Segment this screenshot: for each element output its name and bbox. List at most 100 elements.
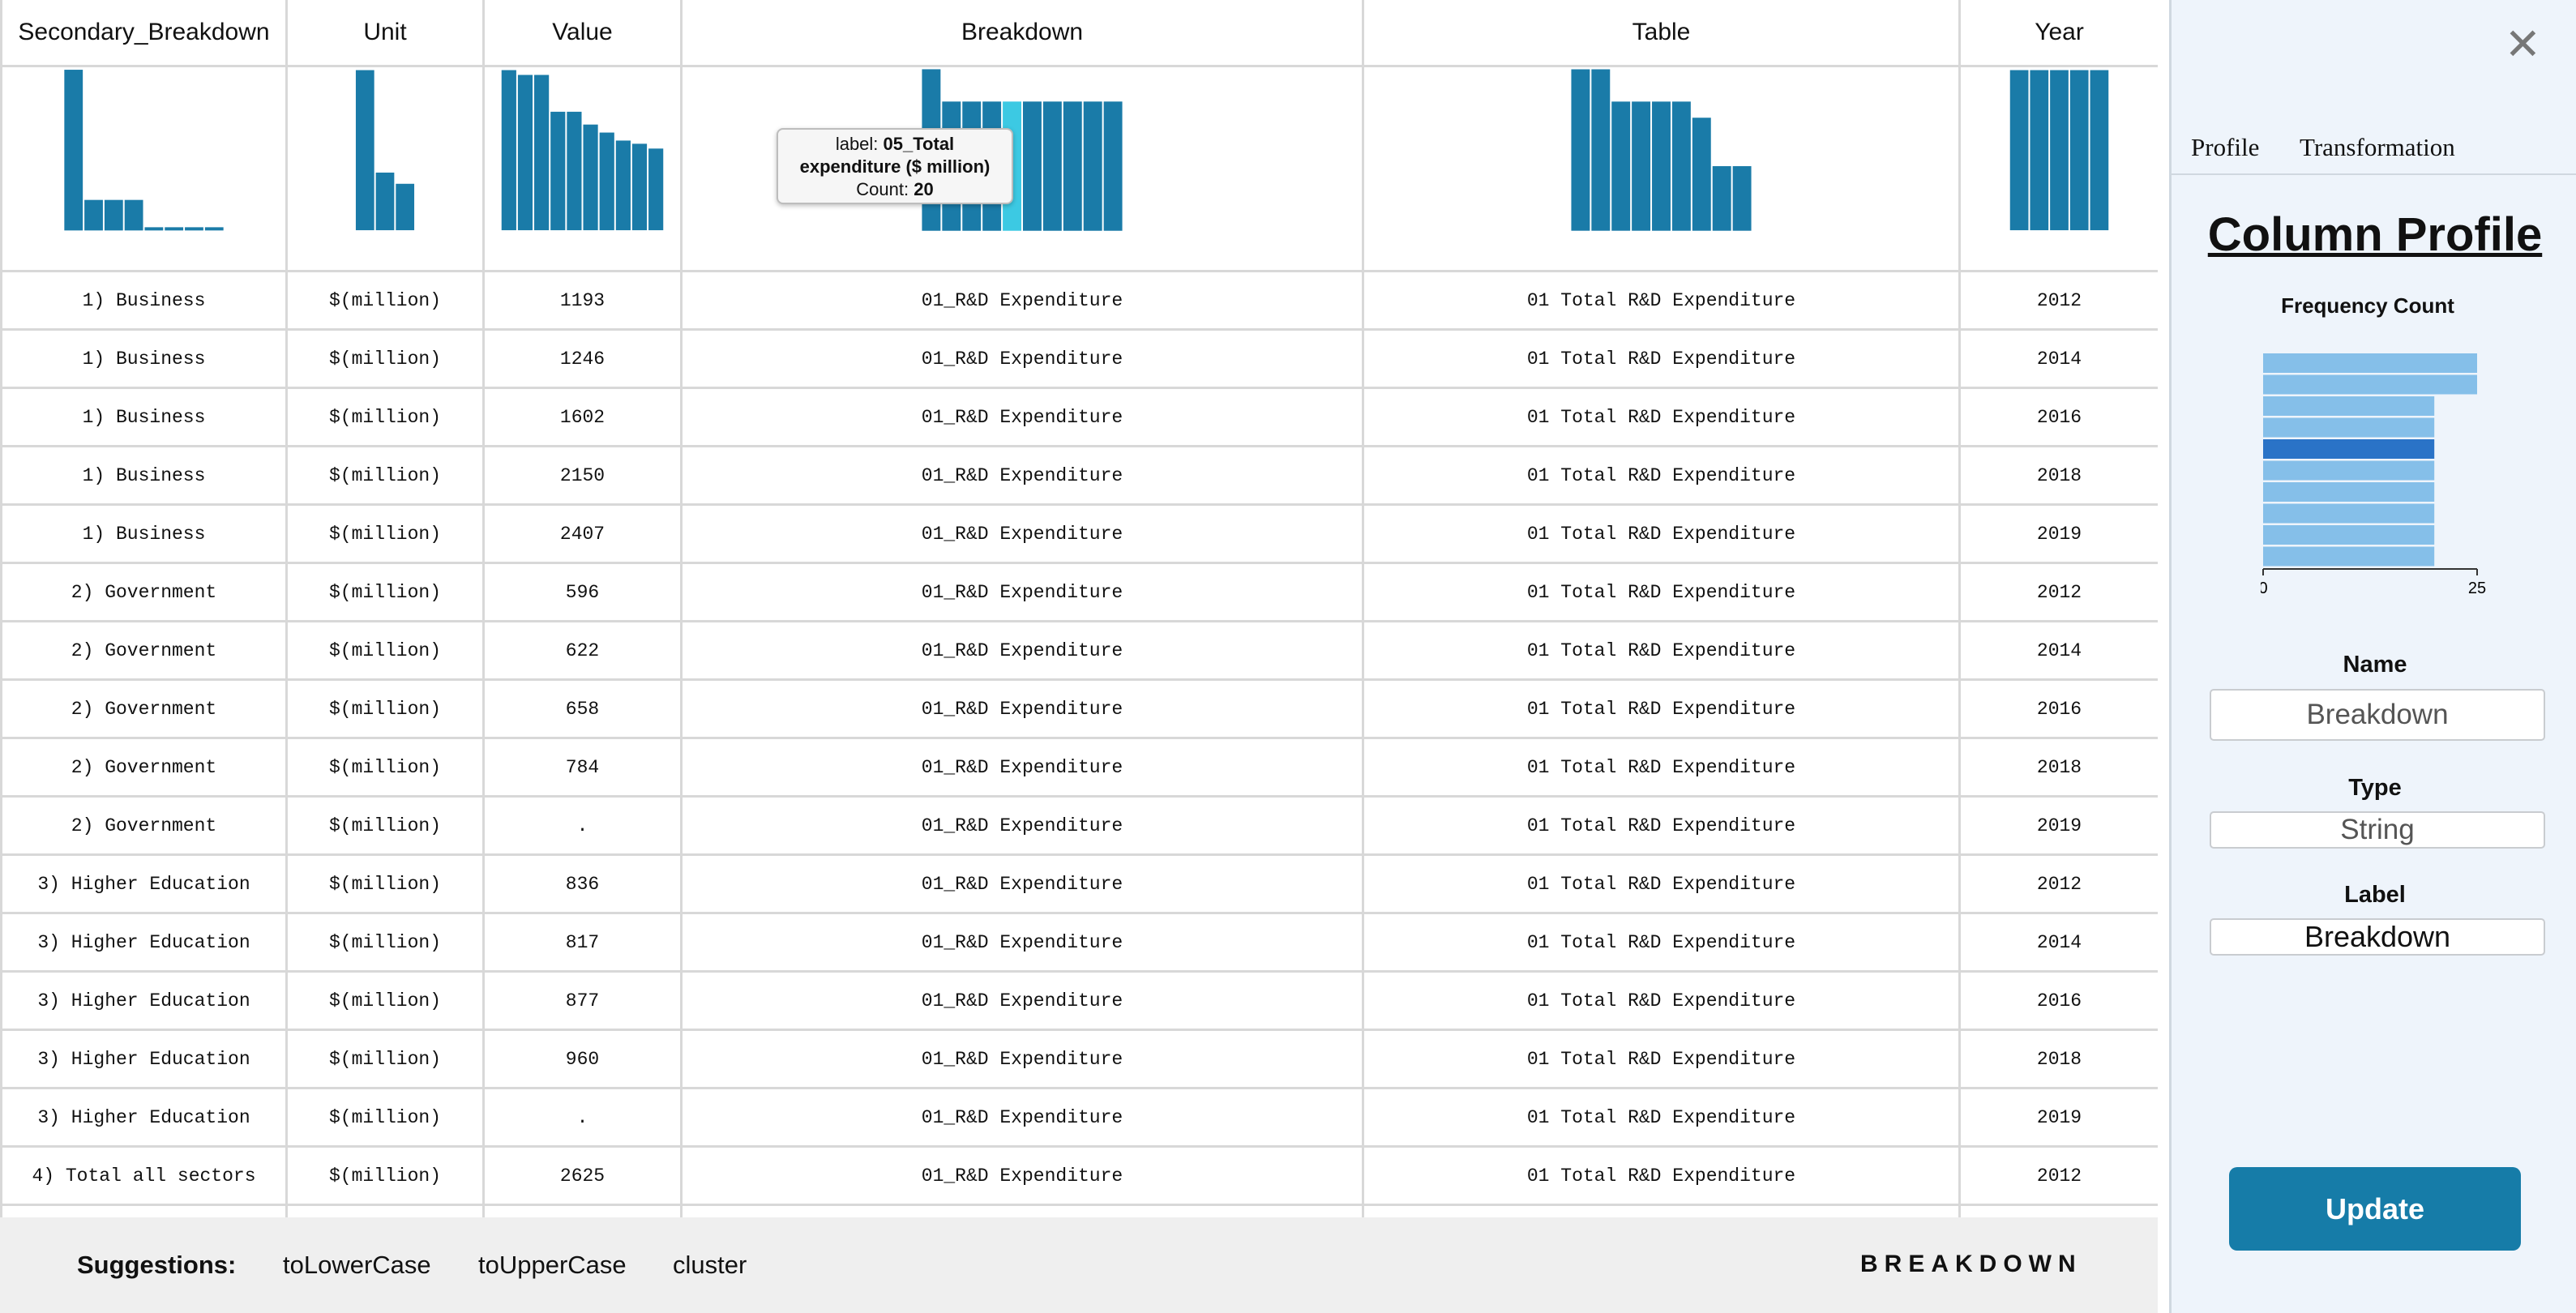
table-cell[interactable]: $(million) xyxy=(285,737,485,798)
histogram-bar[interactable] xyxy=(185,227,203,231)
histogram-bar[interactable] xyxy=(1632,101,1651,231)
table-cell[interactable] xyxy=(1958,1204,2158,1217)
table-cell[interactable]: 1) Business xyxy=(0,503,288,564)
frequency-bar[interactable] xyxy=(2263,460,2435,481)
histogram-bar[interactable] xyxy=(501,70,516,231)
table-cell[interactable] xyxy=(1362,1204,1961,1217)
column-header-year[interactable]: Year xyxy=(1958,0,2158,67)
histogram-bar[interactable] xyxy=(2090,70,2109,231)
histogram-bar[interactable] xyxy=(144,227,164,231)
table-cell[interactable]: 2019 xyxy=(1958,795,2158,856)
table-cell[interactable]: $(million) xyxy=(285,912,485,973)
table-cell[interactable]: 01_R&D Expenditure xyxy=(680,562,1364,622)
table-cell[interactable]: 01_R&D Expenditure xyxy=(680,1029,1364,1089)
table-cell[interactable]: 596 xyxy=(482,562,683,622)
table-cell[interactable]: 2012 xyxy=(1958,562,2158,622)
frequency-bar[interactable] xyxy=(2263,439,2435,459)
histogram-bar[interactable] xyxy=(648,148,664,231)
table-cell[interactable]: 01_R&D Expenditure xyxy=(680,737,1364,798)
table-cell[interactable]: 3) Higher Education xyxy=(0,970,288,1031)
table-cell[interactable]: 836 xyxy=(482,853,683,914)
table-cell[interactable]: 2016 xyxy=(1958,678,2158,739)
table-cell[interactable]: $(million) xyxy=(285,970,485,1031)
table-cell[interactable]: 1) Business xyxy=(0,387,288,447)
table-cell[interactable]: 2012 xyxy=(1958,853,2158,914)
table-cell[interactable]: 01 Total R&D Expenditure xyxy=(1362,328,1961,389)
histogram-cell[interactable] xyxy=(285,65,485,272)
table-cell[interactable]: 1193 xyxy=(482,270,683,331)
histogram-bar[interactable] xyxy=(631,143,648,231)
table-cell[interactable]: 1602 xyxy=(482,387,683,447)
histogram-bar[interactable] xyxy=(1591,69,1611,231)
table-cell[interactable]: $(million) xyxy=(285,795,485,856)
table-cell[interactable]: 2014 xyxy=(1958,328,2158,389)
update-button[interactable]: Update xyxy=(2229,1167,2521,1251)
label-field[interactable]: Breakdown xyxy=(2210,918,2545,956)
table-cell[interactable]: $(million) xyxy=(285,1029,485,1089)
table-cell[interactable] xyxy=(285,1204,485,1217)
table-cell[interactable]: 2018 xyxy=(1958,737,2158,798)
table-cell[interactable]: $(million) xyxy=(285,853,485,914)
table-cell[interactable]: 2) Government xyxy=(0,562,288,622)
table-cell[interactable]: 2016 xyxy=(1958,387,2158,447)
table-cell[interactable]: 01 Total R&D Expenditure xyxy=(1362,1145,1961,1206)
table-cell[interactable]: 1246 xyxy=(482,328,683,389)
table-cell[interactable]: 1) Business xyxy=(0,328,288,389)
column-header-value[interactable]: Value xyxy=(482,0,683,67)
table-cell[interactable]: 2019 xyxy=(1958,1087,2158,1148)
table-cell[interactable]: 01 Total R&D Expenditure xyxy=(1362,270,1961,331)
table-cell[interactable]: 2014 xyxy=(1958,620,2158,681)
table-cell[interactable]: 2) Government xyxy=(0,620,288,681)
table-cell[interactable]: 877 xyxy=(482,970,683,1031)
table-cell[interactable]: 01_R&D Expenditure xyxy=(680,970,1364,1031)
histogram-cell[interactable] xyxy=(1958,65,2158,272)
table-cell[interactable]: 01 Total R&D Expenditure xyxy=(1362,562,1961,622)
histogram-bar[interactable] xyxy=(204,227,224,231)
table-cell[interactable]: 01_R&D Expenditure xyxy=(680,1145,1364,1206)
histogram-cell[interactable] xyxy=(0,65,288,272)
histogram-bar[interactable] xyxy=(534,75,550,231)
table-cell[interactable]: 2150 xyxy=(482,445,683,506)
table-cell[interactable]: 2407 xyxy=(482,503,683,564)
histogram-bar[interactable] xyxy=(2050,70,2069,231)
histogram-bar[interactable] xyxy=(2009,70,2029,231)
table-cell[interactable]: 01_R&D Expenditure xyxy=(680,328,1364,389)
histogram-bar[interactable] xyxy=(124,199,143,231)
frequency-bar[interactable] xyxy=(2263,396,2435,416)
table-cell[interactable]: 01_R&D Expenditure xyxy=(680,270,1364,331)
table-cell[interactable]: 01 Total R&D Expenditure xyxy=(1362,912,1961,973)
table-cell[interactable]: 01 Total R&D Expenditure xyxy=(1362,620,1961,681)
table-cell[interactable]: 01_R&D Expenditure xyxy=(680,678,1364,739)
histogram-bar[interactable] xyxy=(1692,118,1711,231)
column-header-breakdown[interactable]: Breakdown xyxy=(680,0,1364,67)
histogram-bar[interactable] xyxy=(2069,70,2089,231)
table-cell[interactable]: 3) Higher Education xyxy=(0,912,288,973)
frequency-bar[interactable] xyxy=(2263,503,2435,524)
histogram-bar[interactable] xyxy=(355,70,374,231)
column-header-table[interactable]: Table xyxy=(1362,0,1961,67)
table-cell[interactable]: 2012 xyxy=(1958,1145,2158,1206)
table-cell[interactable]: $(million) xyxy=(285,620,485,681)
table-cell[interactable]: 2) Government xyxy=(0,678,288,739)
table-cell[interactable]: 01 Total R&D Expenditure xyxy=(1362,1087,1961,1148)
histogram-bar[interactable] xyxy=(550,111,566,231)
table-cell[interactable]: 2018 xyxy=(1958,445,2158,506)
table-cell[interactable]: 658 xyxy=(482,678,683,739)
histogram-bar[interactable] xyxy=(2030,70,2049,231)
table-cell[interactable]: 3) Higher Education xyxy=(0,1029,288,1089)
table-cell[interactable]: 3) Higher Education xyxy=(0,1087,288,1148)
histogram-bar[interactable] xyxy=(517,75,533,231)
table-cell[interactable]: $(million) xyxy=(285,387,485,447)
table-cell[interactable]: 2019 xyxy=(1958,503,2158,564)
table-cell[interactable]: $(million) xyxy=(285,562,485,622)
table-cell[interactable]: 3) Higher Education xyxy=(0,853,288,914)
table-cell[interactable]: 01_R&D Expenditure xyxy=(680,620,1364,681)
suggestion-cluster[interactable]: cluster xyxy=(673,1251,747,1280)
histogram-bar[interactable] xyxy=(396,183,415,231)
table-cell[interactable]: 01 Total R&D Expenditure xyxy=(1362,970,1961,1031)
histogram-bar[interactable] xyxy=(1063,101,1082,231)
table-cell[interactable]: . xyxy=(482,795,683,856)
frequency-bar[interactable] xyxy=(2263,353,2477,373)
table-cell[interactable]: 4) Total all sectors xyxy=(0,1145,288,1206)
table-cell[interactable]: 2) Government xyxy=(0,737,288,798)
